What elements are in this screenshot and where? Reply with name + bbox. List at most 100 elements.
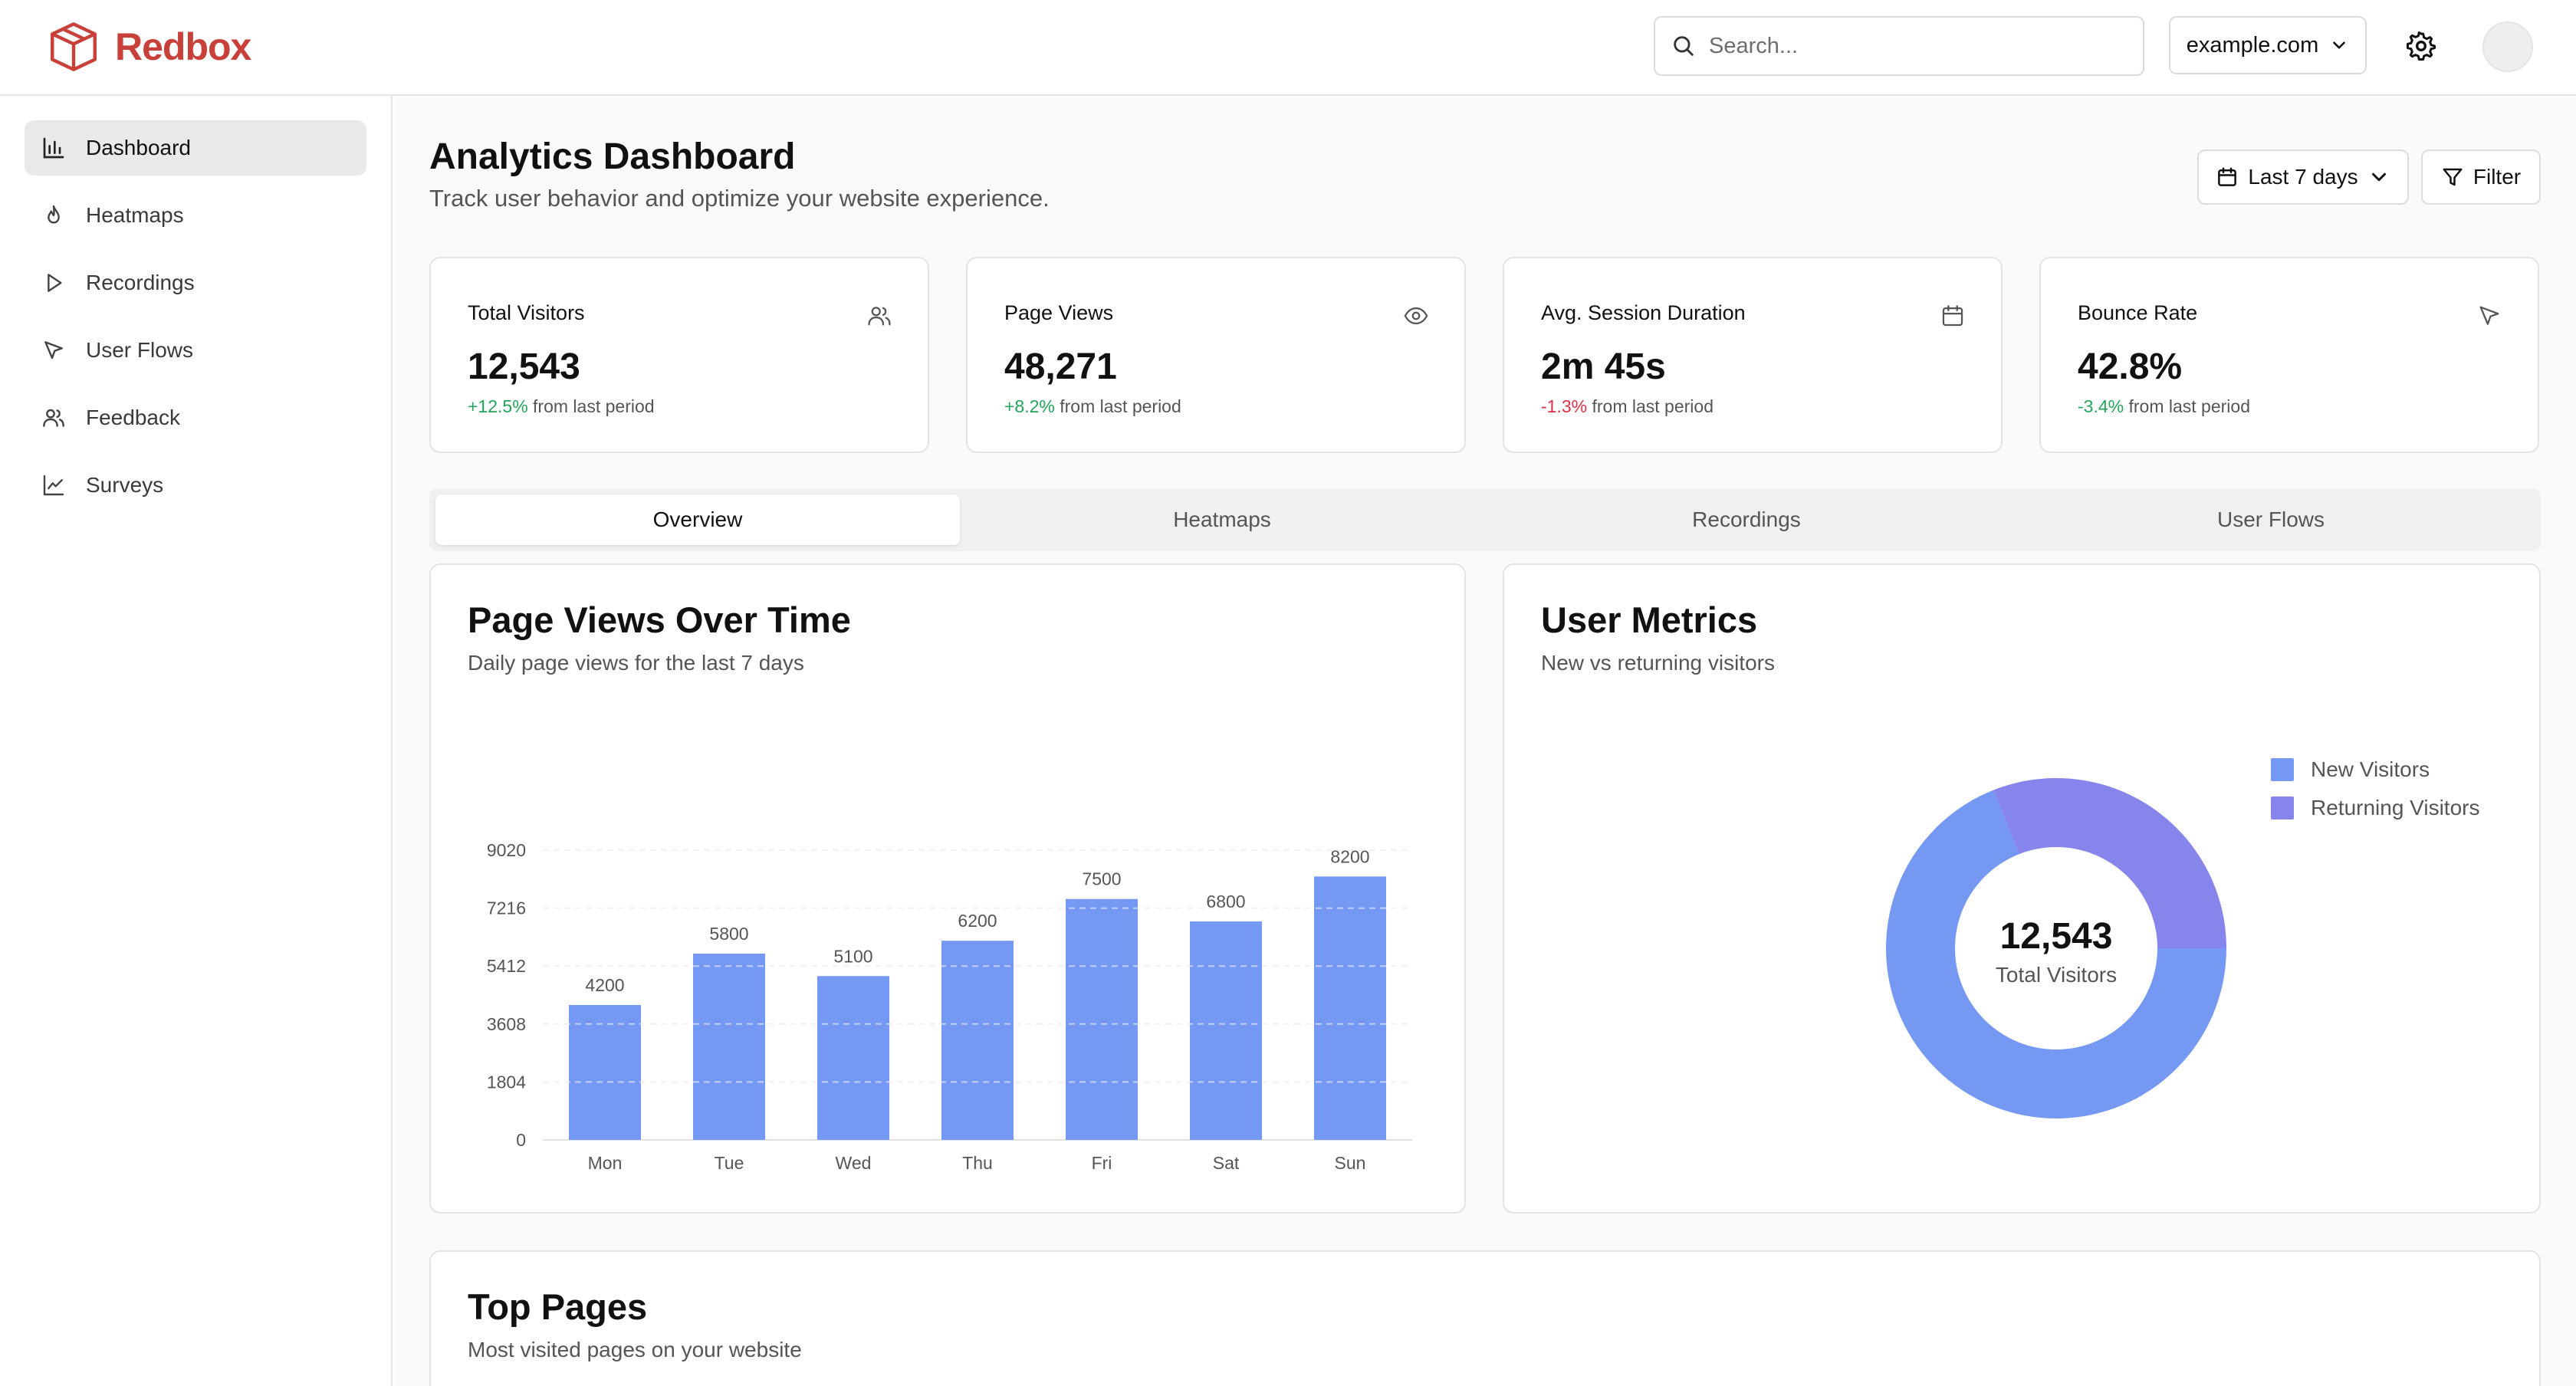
stat-label: Avg. Session Duration <box>1541 301 1746 324</box>
x-tick-label: Sat <box>1213 1153 1240 1171</box>
cursor-icon <box>2479 306 2499 325</box>
bar-sat[interactable] <box>1190 921 1262 1140</box>
sidebar-item-heatmaps[interactable]: Heatmaps <box>25 188 366 243</box>
sidebar: Dashboard Heatmaps Recordings User Flows <box>0 96 393 1386</box>
donut-center-caption: Total Visitors <box>1996 963 2117 987</box>
bar-value-label: 7500 <box>1082 869 1121 889</box>
tab-heatmaps[interactable]: Heatmaps <box>960 494 1484 545</box>
chevron-down-icon <box>2371 172 2386 182</box>
bar-wed[interactable] <box>817 976 889 1140</box>
donut-center-value: 12,543 <box>2000 916 2113 957</box>
legend-swatch <box>2271 758 2294 781</box>
gear-icon[interactable] <box>2406 31 2436 61</box>
date-range-button[interactable]: Last 7 days <box>2197 149 2409 205</box>
y-tick-label: 1804 <box>487 1072 526 1092</box>
bar-thu[interactable] <box>941 941 1014 1140</box>
domain-select[interactable]: example.com <box>2169 16 2367 74</box>
panel-title: Top Pages <box>468 1286 648 1327</box>
panel-subtitle: New vs returning visitors <box>1541 651 1775 675</box>
cursor-icon <box>44 341 63 360</box>
sidebar-item-label: Surveys <box>86 473 164 497</box>
bar-fri[interactable] <box>1066 898 1138 1140</box>
x-tick-label: Thu <box>962 1153 993 1171</box>
bar-value-label: 4200 <box>585 975 624 995</box>
search-icon <box>1674 36 1694 56</box>
page-views-panel: Page Views Over Time Daily page views fo… <box>429 563 1466 1214</box>
y-tick-label: 3608 <box>487 1014 526 1034</box>
domain-select-value: example.com <box>2186 32 2319 57</box>
filter-label: Filter <box>2472 165 2522 189</box>
visitors-donut-chart: 12,543 Total Visitors <box>1886 778 2226 1118</box>
sidebar-item-user-flows[interactable]: User Flows <box>25 323 366 378</box>
sidebar-item-surveys[interactable]: Surveys <box>25 458 366 513</box>
user-avatar[interactable] <box>2482 21 2533 72</box>
stat-value: 12,543 <box>468 346 580 387</box>
bar-chart-icon <box>43 137 64 159</box>
stat-change-percent: +12.5% <box>468 396 528 416</box>
y-tick-label: 5412 <box>487 956 526 976</box>
bar-value-label: 5100 <box>833 946 872 966</box>
search-input[interactable] <box>1709 33 2123 59</box>
tab-overview[interactable]: Overview <box>435 494 960 545</box>
page-title: Analytics Dashboard <box>429 136 796 177</box>
stat-label: Bounce Rate <box>2078 301 2198 324</box>
stat-change: -1.3% from last period <box>1541 396 1714 417</box>
stat-card-page-views: Page Views 48,271 +8.2% from last period <box>966 257 1466 453</box>
x-tick-label: Tue <box>715 1153 744 1171</box>
top-pages-panel: Top Pages Most visited pages on your web… <box>429 1250 2541 1386</box>
stat-value: 48,271 <box>1004 346 1117 387</box>
tab-bar: Overview Heatmaps Recordings User Flows <box>429 488 2541 551</box>
calendar-icon <box>2218 167 2237 186</box>
y-tick-label: 7216 <box>487 898 526 918</box>
calendar-icon <box>1942 305 1963 327</box>
sidebar-item-recordings[interactable]: Recordings <box>25 255 366 310</box>
filter-button[interactable]: Filter <box>2421 149 2541 205</box>
stat-change-suffix: from last period <box>1054 396 1181 416</box>
stat-card-total-visitors: Total Visitors 12,543 +12.5% from last p… <box>429 257 929 453</box>
stat-change: +12.5% from last period <box>468 396 655 417</box>
bar-sun[interactable] <box>1314 876 1386 1140</box>
x-tick-label: Sun <box>1335 1153 1366 1171</box>
x-tick-label: Wed <box>836 1153 872 1171</box>
brand[interactable]: Redbox <box>43 18 251 75</box>
search-box[interactable] <box>1654 16 2144 76</box>
x-tick-label: Fri <box>1092 1153 1112 1171</box>
sidebar-item-label: Dashboard <box>86 136 191 159</box>
line-chart-icon <box>43 475 64 496</box>
stat-change-percent: -3.4% <box>2078 396 2124 416</box>
brand-name: Redbox <box>115 25 251 68</box>
sidebar-item-label: Heatmaps <box>86 203 184 227</box>
legend-label: New Visitors <box>2311 757 2430 781</box>
bar-mon[interactable] <box>569 1004 641 1140</box>
stat-change-suffix: from last period <box>1587 396 1714 416</box>
y-tick-label: 0 <box>516 1130 526 1150</box>
page-subtitle: Track user behavior and optimize your we… <box>429 185 1050 212</box>
users-icon <box>43 409 64 427</box>
bar-tue[interactable] <box>693 953 765 1140</box>
stat-change-percent: +8.2% <box>1004 396 1055 416</box>
tab-user-flows[interactable]: User Flows <box>2009 494 2533 545</box>
sidebar-item-feedback[interactable]: Feedback <box>25 390 366 445</box>
stat-change-suffix: from last period <box>527 396 655 416</box>
play-icon <box>48 274 62 292</box>
legend-item-returning-visitors[interactable]: Returning Visitors <box>2271 789 2479 827</box>
stat-card-bounce-rate: Bounce Rate 42.8% -3.4% from last period <box>2039 257 2539 453</box>
chart-legend: New Visitors Returning Visitors <box>2271 750 2479 827</box>
tab-recordings[interactable]: Recordings <box>1484 494 2009 545</box>
stat-label: Page Views <box>1004 301 1114 324</box>
legend-item-new-visitors[interactable]: New Visitors <box>2271 750 2479 789</box>
box-logo-icon <box>51 22 97 71</box>
panel-subtitle: Daily page views for the last 7 days <box>468 651 804 675</box>
app-window: Redbox example.com <box>0 0 2576 1386</box>
sidebar-item-label: User Flows <box>86 338 194 362</box>
filter-icon <box>2443 168 2463 186</box>
bar-value-label: 5800 <box>709 924 748 944</box>
stat-change: +8.2% from last period <box>1004 396 1181 417</box>
stat-card-session-duration: Avg. Session Duration 2m 45s -1.3% from … <box>1503 257 2003 453</box>
stat-change: -3.4% from last period <box>2078 396 2250 417</box>
date-range-label: Last 7 days <box>2248 165 2358 189</box>
stat-change-suffix: from last period <box>2124 396 2250 416</box>
y-tick-label: 9020 <box>487 840 526 860</box>
users-icon <box>868 307 891 326</box>
sidebar-item-dashboard[interactable]: Dashboard <box>25 120 366 176</box>
